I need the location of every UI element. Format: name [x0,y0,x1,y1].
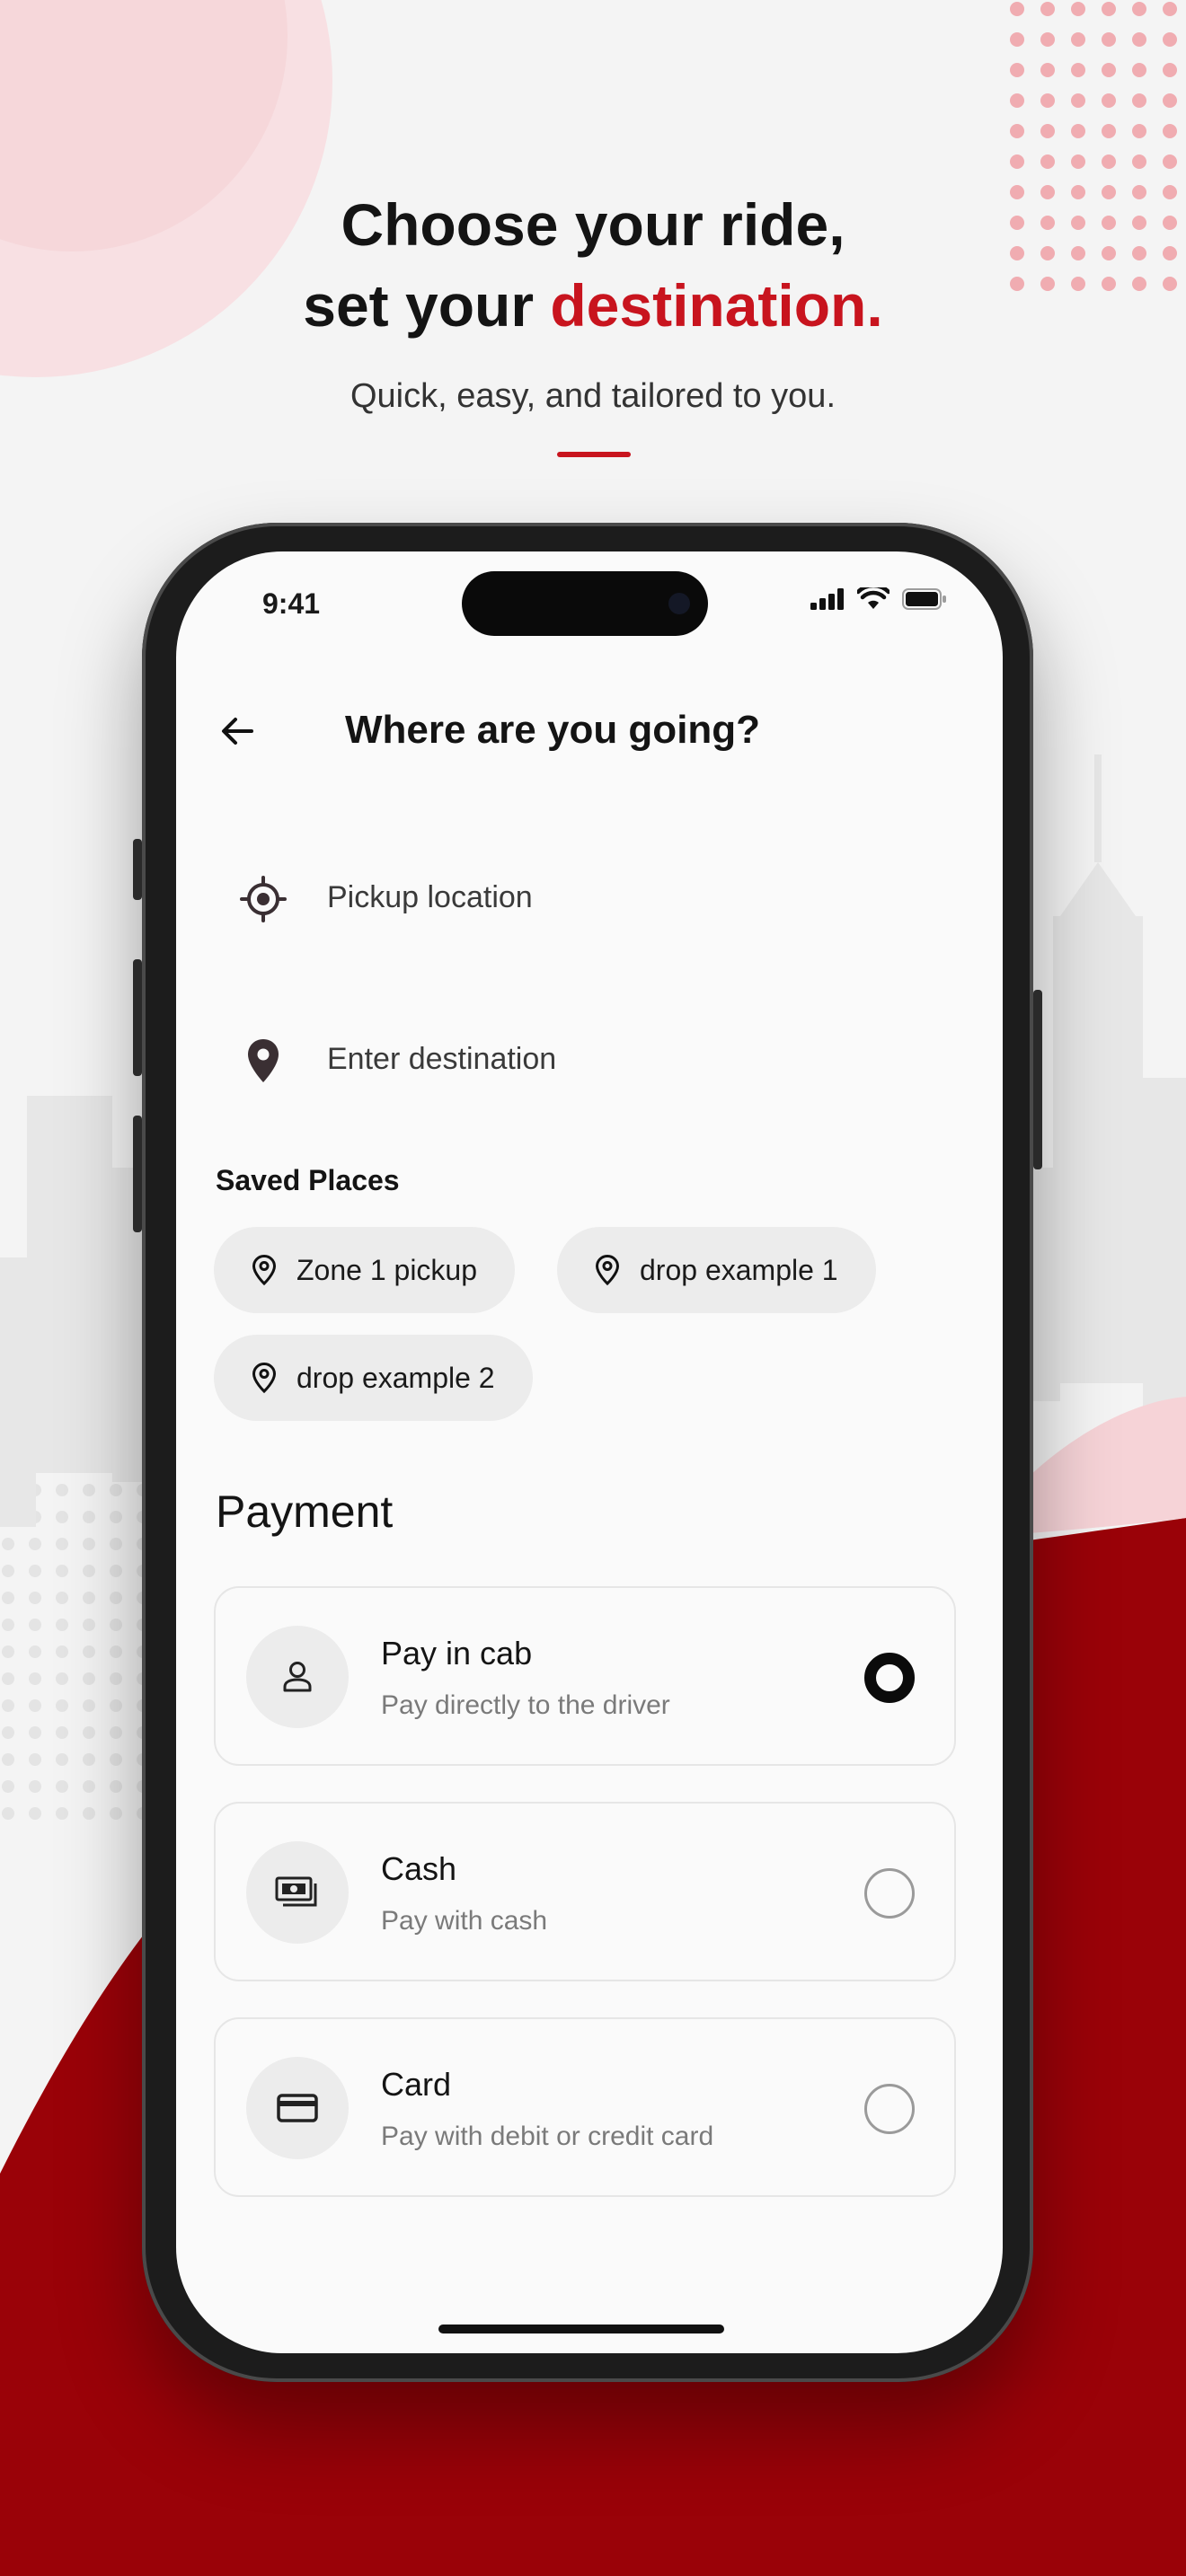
saved-places-heading: Saved Places [216,1164,400,1196]
person-icon [246,1626,349,1728]
payment-option-title: Pay in cab [381,1635,533,1672]
cellular-signal-icon [810,588,844,610]
payment-option-title: Cash [381,1850,457,1887]
saved-place-label: Zone 1 pickup [296,1253,478,1286]
payment-option-title: Card [381,2066,452,2103]
page-title: Where are you going? [345,708,761,752]
saved-place-label: drop example 2 [296,1361,495,1394]
pickup-location-label: Pickup location [327,880,533,914]
phone-side-button [133,839,142,900]
status-time: 9:41 [262,587,321,620]
destination-field[interactable]: Enter destination [239,1011,940,1101]
camera-icon [668,593,690,614]
saved-place-chip[interactable]: drop example 1 [557,1227,876,1313]
arrow-left-icon [222,718,253,745]
credit-card-icon [246,2057,349,2159]
map-pin-outline-icon [252,1254,277,1286]
wifi-icon [857,587,890,609]
promo-subtitle: Quick, easy, and tailored to you. [350,377,836,415]
payment-option-description: Pay directly to the driver [381,1690,670,1720]
radio-button[interactable] [864,2084,915,2134]
dynamic-island [462,571,708,636]
screen-header: Where are you going? [176,695,1003,767]
promo-headline: Choose your ride, set your destination. [0,184,1186,346]
payment-option-cash[interactable]: Cash Pay with cash [214,1802,956,1981]
headline-prefix: set your [303,272,551,339]
cash-icon [246,1841,349,1944]
destination-label: Enter destination [327,1042,557,1076]
payment-heading: Payment [216,1486,394,1537]
headline-line-1: Choose your ride, [341,191,845,258]
battery-icon [902,588,946,610]
payment-option-description: Pay with cash [381,1906,548,1936]
phone-side-button [133,1116,142,1232]
payment-option-description: Pay with debit or credit card [381,2122,714,2151]
map-pin-outline-icon [595,1254,620,1286]
accent-underline [557,452,631,457]
map-pin-icon [239,1037,288,1085]
pickup-location-field[interactable]: Pickup location [239,850,940,940]
saved-place-chip[interactable]: Zone 1 pickup [214,1227,516,1313]
headline-line-2: set your destination. [0,265,1186,346]
phone-side-button [133,959,142,1076]
headline-accent: destination. [550,272,883,339]
status-icons [810,587,947,611]
back-button[interactable] [210,704,264,758]
payment-option-pay-in-cab[interactable]: Pay in cab Pay directly to the driver [214,1586,956,1766]
target-location-icon [239,875,288,923]
saved-place-label: drop example 1 [640,1253,838,1286]
phone-side-button [1033,990,1042,1169]
map-pin-outline-icon [252,1362,277,1394]
payment-option-card[interactable]: Card Pay with debit or credit card [214,2017,956,2197]
home-indicator[interactable] [438,2325,724,2333]
radio-button[interactable] [864,1868,915,1919]
radio-button-selected[interactable] [864,1653,915,1703]
saved-place-chip[interactable]: drop example 2 [214,1335,533,1421]
app-screen: 9:41 Where are you going? Pickup locatio… [176,551,1003,2353]
